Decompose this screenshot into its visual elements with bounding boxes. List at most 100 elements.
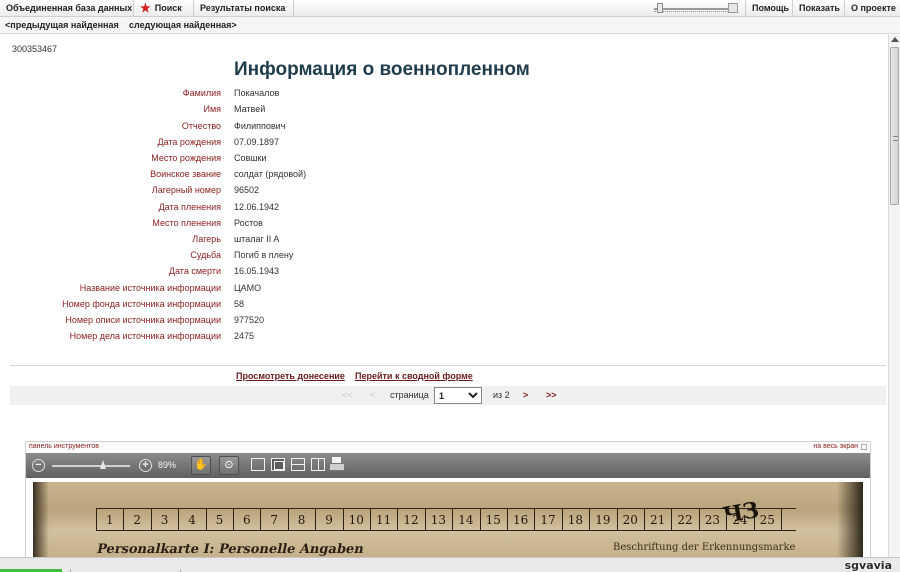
field-label-fate: Судьба [190, 250, 221, 260]
print-icon-body [329, 463, 345, 471]
scan-cell-number: 6 [243, 513, 251, 527]
star-icon: ★ [140, 1, 151, 15]
top-menu-bar: Объединенная база данных ★ Поиск Результа… [0, 0, 900, 17]
field-label-camp: Лагерь [192, 234, 221, 244]
hand-icon: ✋ [194, 459, 208, 471]
field-label-inventory-number: Номер описи источника информации [65, 315, 221, 325]
scan-caption-right: Beschriftung der Erkennungsmarke [613, 542, 796, 553]
fit-width-icon[interactable] [291, 458, 305, 471]
field-value-fond-number: 58 [234, 299, 245, 309]
zoom-out-button[interactable]: − [32, 459, 45, 472]
view-report-link[interactable]: Просмотреть донесение [236, 371, 345, 381]
tab-search-label: Поиск [154, 3, 182, 13]
field-label-case-number: Номер дела источника информации [69, 331, 221, 341]
vertical-scrollbar[interactable] [888, 35, 900, 557]
page-title: Информация о военнопленном [234, 59, 530, 80]
scan-cell-number: 5 [215, 513, 224, 527]
scan-cell [534, 508, 536, 530]
fullscreen-label[interactable]: на весь экран [813, 443, 858, 450]
scan-scribble: ЧЗ [721, 497, 761, 529]
prev-found-link[interactable]: <предыдущая найденная [5, 17, 119, 34]
field-value-birth-place: Совшки [234, 153, 267, 163]
zoom-slider[interactable] [652, 2, 738, 15]
scan-cell [233, 508, 234, 530]
field-label-capture-date: Дата пленения [158, 202, 221, 212]
pager-next-button[interactable]: > [523, 390, 528, 400]
viewer-header: панель инструментов на весь экран [26, 442, 870, 453]
field-value-inventory-number: 977520 [234, 315, 265, 325]
summary-form-link[interactable]: Перейти к сводной форме [355, 371, 473, 381]
pager-first-button[interactable]: << [342, 390, 353, 400]
scan-handwritten-heading: Personalkarte I: Personelle Angaben [95, 542, 366, 557]
scan-cell-number: 21 [650, 513, 666, 527]
tab-search[interactable]: ★ Поиск [134, 0, 194, 17]
viewer-zoom-slider[interactable] [52, 460, 130, 469]
scan-cell-number: 4 [188, 513, 196, 527]
scan-cell-number: 3 [160, 513, 169, 527]
field-value-rank: солдат (рядовой) [234, 169, 307, 179]
field-label-surname: Фамилия [182, 88, 221, 98]
field-label-death-date: Дата смерти [168, 266, 221, 276]
scan-rule-top [96, 508, 796, 509]
scan-cell-number: 8 [297, 513, 306, 527]
scroll-thumb[interactable] [890, 47, 899, 205]
field-value-surname: Покачалов [234, 88, 280, 98]
scan-cell [260, 508, 262, 530]
next-found-link[interactable]: следующая найденная> [129, 17, 237, 34]
scan-cell-number: 18 [567, 513, 584, 527]
scan-cell [287, 508, 289, 530]
scan-cell [561, 508, 563, 530]
zoom-slider-track [654, 8, 728, 10]
field-label-camp-number: Лагерный номер [151, 185, 221, 195]
pager-prev-button[interactable]: < [370, 390, 375, 400]
scanned-document-image[interactable]: 1 2 3 4 5 6 7 8 9 10 11 12 13 14 15 16 17 18 19 20 21 22 23 24 2… [33, 482, 863, 557]
rotate-button[interactable]: ⊙ [219, 456, 239, 475]
tab-search-results[interactable]: Результаты поиска [194, 0, 294, 17]
scan-cell [123, 508, 125, 530]
pager-page-label: страница [390, 390, 429, 400]
viewer-zoom-knob[interactable] [100, 460, 106, 469]
field-value-capture-place: Ростов [234, 218, 263, 228]
field-value-birth-date: 07.09.1897 [234, 137, 280, 147]
fullscreen-checkbox[interactable] [861, 444, 867, 450]
scan-cell [644, 508, 645, 530]
scan-cell [150, 508, 152, 530]
toolbar-panel-label[interactable]: панель инструментов [29, 443, 99, 450]
scan-cell-number: 12 [403, 513, 419, 527]
scan-cell-number: 15 [485, 513, 501, 527]
field-label-birth-place: Место рождения [151, 153, 221, 163]
field-value-camp-number: 96502 [234, 185, 260, 195]
zoom-slider-max-button[interactable] [728, 3, 738, 13]
pan-hand-button[interactable]: ✋ [191, 456, 211, 475]
page-select[interactable]: 1 [434, 387, 482, 404]
show-link[interactable]: Показать [793, 0, 845, 17]
zoom-slider-knob[interactable] [657, 3, 663, 13]
help-link[interactable]: Помощь [745, 0, 793, 17]
scan-cell-number: 9 [325, 513, 333, 527]
actual-size-icon[interactable] [271, 458, 285, 471]
viewer-toolbar: − + 89% ✋ ⊙ [26, 453, 870, 478]
scan-cell [698, 508, 700, 530]
zoom-slider-ticks [654, 11, 728, 13]
scan-cell [589, 508, 591, 530]
divider [10, 365, 886, 366]
scroll-up-arrow-icon[interactable] [891, 37, 899, 42]
field-value-fate: Погиб в плену [234, 250, 294, 260]
scan-cell-number: 23 [704, 513, 721, 527]
scan-cell-number: 11 [376, 513, 392, 527]
zoom-in-button[interactable]: + [139, 459, 152, 472]
field-label-rank: Воинское звание [150, 169, 221, 179]
scan-cell [424, 508, 426, 530]
print-icon[interactable] [329, 457, 345, 472]
scan-cell-number: 22 [677, 513, 693, 527]
scan-cell-number: 25 [759, 513, 775, 527]
field-label-birth-date: Дата рождения [157, 137, 222, 147]
tab-combined-database[interactable]: Объединенная база данных [0, 0, 134, 17]
status-strip: sgvavia [0, 557, 900, 572]
zoom-level: 89% [158, 460, 177, 470]
two-page-icon[interactable] [311, 458, 325, 471]
fit-page-icon[interactable] [251, 458, 265, 471]
pager-last-button[interactable]: >> [546, 390, 557, 400]
scroll-grip-icon [893, 136, 898, 141]
about-link[interactable]: О проекте [845, 0, 900, 17]
